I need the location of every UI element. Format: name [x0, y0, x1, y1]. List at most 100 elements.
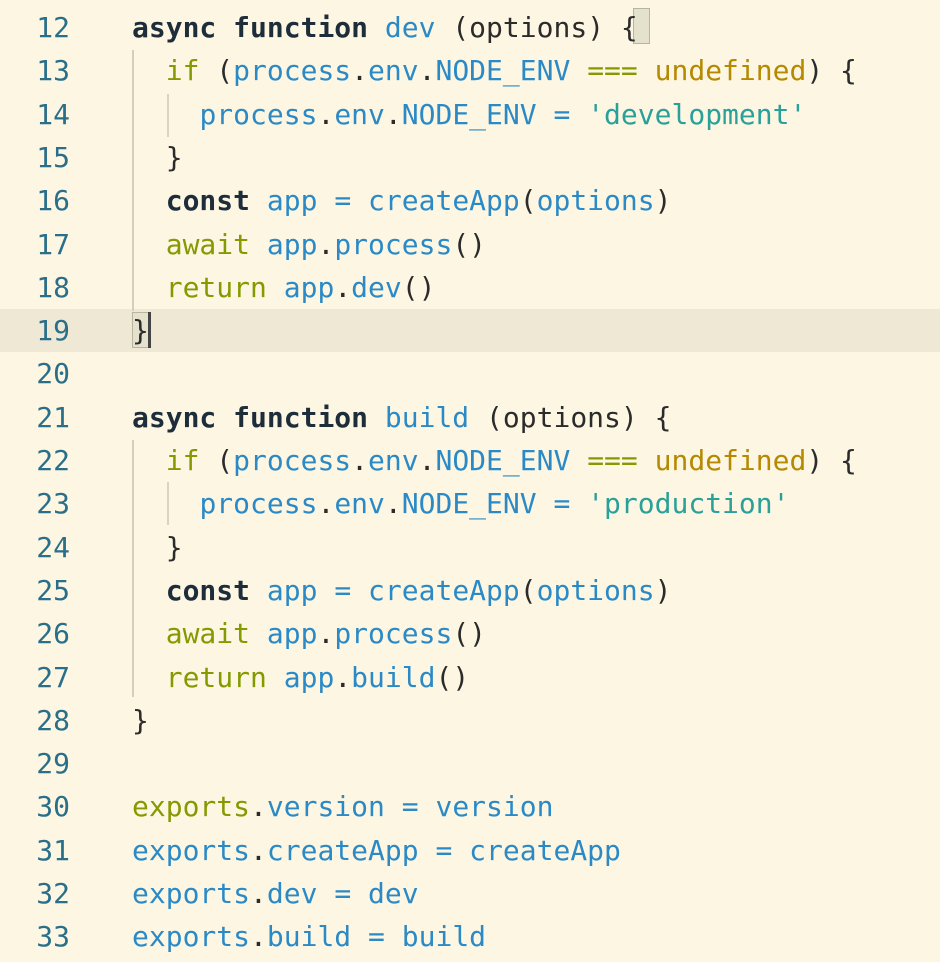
line-number: 14: [36, 97, 70, 131]
code-token: async: [132, 11, 217, 44]
code-line[interactable]: 13 if (process.env.NODE_ENV === undefine…: [0, 49, 940, 92]
code-token: app: [283, 660, 335, 694]
code-line[interactable]: 26 await app.process(): [0, 612, 940, 655]
code-token: undefined: [654, 444, 807, 477]
code-line[interactable]: 33 exports.build = build: [0, 915, 940, 958]
code-line[interactable]: 19}: [0, 309, 940, 352]
line-number: 19: [36, 314, 70, 348]
line-number: 31: [36, 833, 70, 867]
code-text: exports.createApp = createApp: [132, 829, 621, 872]
code-token: (: [519, 573, 537, 607]
code-token: app: [266, 184, 318, 218]
code-token: app: [266, 227, 318, 261]
code-token: createApp: [469, 833, 621, 867]
code-token: ): [654, 573, 672, 607]
code-token: process: [334, 227, 453, 261]
code-text: return app.build(): [132, 656, 469, 699]
code-line[interactable]: 16 const app = createApp(options): [0, 179, 940, 222]
code-token: .: [317, 227, 335, 261]
code-text: async function build (options) {: [132, 396, 671, 439]
code-token: (): [452, 227, 487, 261]
code-line[interactable]: 21 async function build (options) {: [0, 396, 940, 439]
code-token: if: [165, 54, 200, 88]
code-token: (): [401, 270, 436, 304]
code-token: function: [233, 400, 369, 434]
code-token: process: [199, 487, 318, 521]
code-token: ) {: [806, 444, 857, 477]
line-number: 28: [36, 703, 70, 737]
code-token: .: [250, 920, 267, 954]
line-number: 29: [36, 747, 70, 781]
code-token: (: [199, 444, 234, 477]
code-line[interactable]: 29: [0, 742, 940, 785]
line-number: 20: [36, 357, 70, 391]
code-line[interactable]: 18 return app.dev(): [0, 266, 940, 309]
line-number: 22: [36, 444, 70, 477]
code-line[interactable]: 20: [0, 352, 940, 395]
code-token: =: [334, 184, 352, 218]
code-token: app: [283, 270, 335, 304]
line-number: 30: [36, 790, 70, 824]
code-text: }: [132, 309, 149, 352]
code-text: process.env.NODE_ENV = 'development': [132, 93, 806, 136]
code-token: env: [368, 444, 419, 477]
code-line[interactable]: 22 if (process.env.NODE_ENV === undefine…: [0, 439, 940, 482]
code-token: }: [132, 314, 149, 348]
code-token: NODE_ENV: [435, 444, 571, 477]
code-token: const: [165, 184, 251, 218]
code-line[interactable]: 25 const app = createApp(options): [0, 569, 940, 612]
code-token: await: [165, 617, 251, 651]
code-text: exports.version = version: [132, 785, 553, 828]
line-number: 26: [36, 617, 70, 651]
code-line[interactable]: 14 process.env.NODE_ENV = 'development': [0, 93, 940, 136]
code-token: (): [452, 617, 487, 651]
code-text: exports.build = build: [132, 915, 486, 958]
code-line[interactable]: 24 }: [0, 526, 940, 569]
code-line[interactable]: 31 exports.createApp = createApp: [0, 829, 940, 872]
code-line[interactable]: 23 process.env.NODE_ENV = 'production': [0, 482, 940, 525]
code-text: process.env.NODE_ENV = 'production': [132, 482, 789, 525]
line-number: 24: [36, 530, 70, 564]
code-line[interactable]: 32 exports.dev = dev: [0, 872, 940, 915]
code-editor[interactable]: 12 async function dev (options) {13 if (p…: [0, 0, 940, 962]
code-line[interactable]: 30 exports.version = version: [0, 785, 940, 828]
code-line[interactable]: 17 await app.process(): [0, 223, 940, 266]
code-line[interactable]: 27 return app.build(): [0, 656, 940, 699]
code-line[interactable]: 12 async function dev (options) {: [0, 6, 940, 49]
code-token: =: [553, 97, 571, 131]
code-line[interactable]: 15 }: [0, 136, 940, 179]
code-token: }: [132, 703, 149, 737]
code-token: .: [334, 660, 352, 694]
code-token: return: [165, 660, 267, 694]
code-token: dev: [351, 270, 402, 304]
code-token: (: [469, 400, 503, 434]
code-text: exports.dev = dev: [132, 872, 419, 915]
code-token: options: [502, 400, 621, 434]
code-token: build: [401, 920, 487, 954]
code-token: .: [250, 790, 267, 824]
code-text: const app = createApp(options): [132, 179, 672, 222]
code-token: app: [266, 617, 318, 651]
code-token: exports: [132, 877, 251, 910]
code-line[interactable]: 28}: [0, 699, 940, 742]
code-token: .: [351, 444, 369, 477]
code-text: if (process.env.NODE_ENV === undefined) …: [132, 49, 857, 92]
